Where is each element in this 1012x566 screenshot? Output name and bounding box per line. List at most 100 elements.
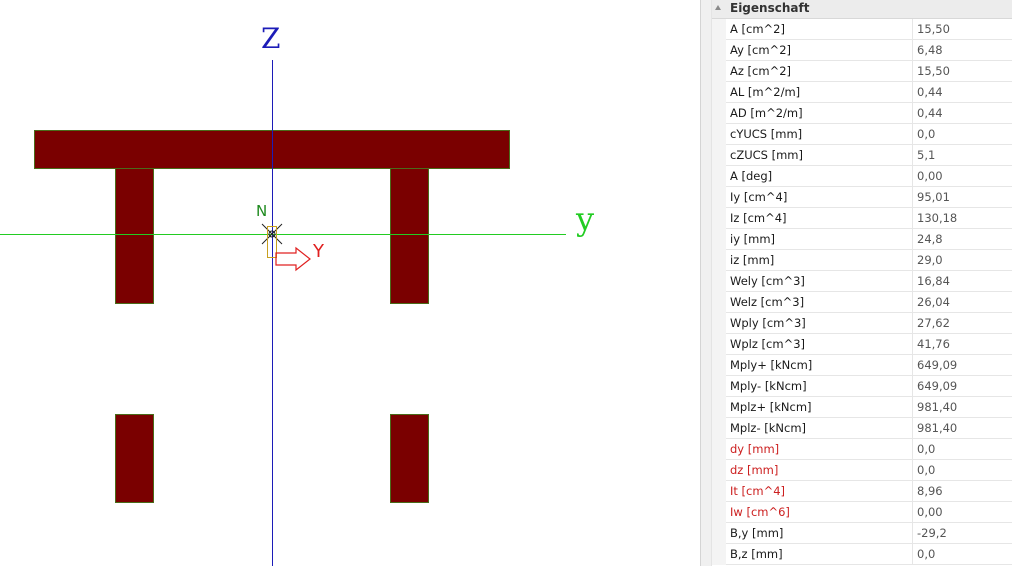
property-row[interactable]: Wply [cm^3] 27,62: [712, 313, 1012, 334]
property-row[interactable]: dz [mm] 0,0: [712, 460, 1012, 481]
column-divider: [912, 355, 913, 376]
property-row[interactable]: iy [mm] 24,8: [712, 229, 1012, 250]
property-value[interactable]: 0,44: [917, 85, 943, 99]
column-divider: [912, 40, 913, 61]
row-gutter: [712, 418, 726, 439]
property-row[interactable]: AD [m^2/m] 0,44: [712, 103, 1012, 124]
property-value[interactable]: 0,0: [917, 127, 935, 141]
property-row[interactable]: Iw [cm^6] 0,00: [712, 502, 1012, 523]
left-lower-plate: [115, 414, 154, 503]
collapse-arrow-icon[interactable]: [715, 5, 721, 10]
row-gutter: [712, 397, 726, 418]
property-row[interactable]: Wely [cm^3] 16,84: [712, 271, 1012, 292]
row-gutter: [712, 82, 726, 103]
property-row[interactable]: Mplz+ [kNcm] 981,40: [712, 397, 1012, 418]
column-divider: [912, 439, 913, 460]
column-divider: [912, 208, 913, 229]
row-gutter: [712, 439, 726, 460]
property-name: Mplz+ [kNcm]: [730, 400, 812, 414]
property-value[interactable]: 0,00: [917, 505, 943, 519]
property-row[interactable]: Wplz [cm^3] 41,76: [712, 334, 1012, 355]
property-name: cYUCS [mm]: [730, 127, 803, 141]
section-drawing-canvas[interactable]: Z y Y N: [0, 0, 700, 566]
property-name: Wely [cm^3]: [730, 274, 805, 288]
property-row[interactable]: Mplz- [kNcm] 981,40: [712, 418, 1012, 439]
property-name: Mplz- [kNcm]: [730, 421, 807, 435]
row-gutter: [712, 544, 726, 565]
property-name: Welz [cm^3]: [730, 295, 805, 309]
column-divider: [912, 460, 913, 481]
property-name: Iz [cm^4]: [730, 211, 787, 225]
property-value[interactable]: 0,44: [917, 106, 943, 120]
property-value[interactable]: 27,62: [917, 316, 950, 330]
property-row[interactable]: Ay [cm^2] 6,48: [712, 40, 1012, 61]
property-row[interactable]: It [cm^4] 8,96: [712, 481, 1012, 502]
row-gutter: [712, 313, 726, 334]
column-divider: [912, 292, 913, 313]
property-value[interactable]: 649,09: [917, 358, 957, 372]
property-value[interactable]: 26,04: [917, 295, 950, 309]
properties-header[interactable]: Eigenschaft: [712, 0, 1012, 19]
section-drawing: Z y Y N: [0, 22, 594, 566]
row-gutter: [712, 502, 726, 523]
property-name: dz [mm]: [730, 463, 779, 477]
row-gutter: [712, 376, 726, 397]
property-row[interactable]: AL [m^2/m] 0,44: [712, 82, 1012, 103]
property-row[interactable]: Mply+ [kNcm] 649,09: [712, 355, 1012, 376]
property-row[interactable]: Iy [cm^4] 95,01: [712, 187, 1012, 208]
column-divider: [912, 103, 913, 124]
right-lower-plate: [390, 414, 429, 503]
property-value[interactable]: -29,2: [917, 526, 947, 540]
property-value[interactable]: 130,18: [917, 211, 957, 225]
property-row[interactable]: A [cm^2] 15,50: [712, 19, 1012, 40]
local-axis-symbol: Y N: [256, 202, 325, 272]
property-value[interactable]: 649,09: [917, 379, 957, 393]
property-value[interactable]: 0,0: [917, 442, 935, 456]
property-row[interactable]: cYUCS [mm] 0,0: [712, 124, 1012, 145]
property-value[interactable]: 5,1: [917, 148, 935, 162]
property-value[interactable]: 24,8: [917, 232, 943, 246]
row-gutter: [712, 61, 726, 82]
property-name: AD [m^2/m]: [730, 106, 803, 120]
z-axis-label: Z: [261, 22, 280, 55]
column-divider: [912, 523, 913, 544]
column-divider: [912, 313, 913, 334]
property-row[interactable]: iz [mm] 29,0: [712, 250, 1012, 271]
property-value[interactable]: 0,00: [917, 169, 943, 183]
property-row[interactable]: Iz [cm^4] 130,18: [712, 208, 1012, 229]
properties-grid: Eigenschaft A [cm^2] 15,50 Ay [cm^2] 6,48 Az…: [712, 0, 1012, 566]
property-value[interactable]: 0,0: [917, 463, 935, 477]
column-divider: [912, 544, 913, 565]
column-divider: [912, 229, 913, 250]
property-value[interactable]: 95,01: [917, 190, 950, 204]
property-value[interactable]: 981,40: [917, 400, 957, 414]
right-web-plate: [390, 168, 429, 304]
property-value[interactable]: 16,84: [917, 274, 950, 288]
row-gutter: [712, 187, 726, 208]
properties-header-label: Eigenschaft: [730, 1, 810, 15]
property-row[interactable]: Welz [cm^3] 26,04: [712, 292, 1012, 313]
property-row[interactable]: Mply- [kNcm] 649,09: [712, 376, 1012, 397]
property-value[interactable]: 0,0: [917, 547, 935, 561]
property-row[interactable]: B,z [mm] 0,0: [712, 544, 1012, 565]
row-gutter: [712, 166, 726, 187]
local-z-label: N: [256, 202, 267, 220]
property-value[interactable]: 981,40: [917, 421, 957, 435]
row-gutter: [712, 271, 726, 292]
property-row[interactable]: Az [cm^2] 15,50: [712, 61, 1012, 82]
column-divider: [912, 397, 913, 418]
property-value[interactable]: 8,96: [917, 484, 943, 498]
property-name: Mply+ [kNcm]: [730, 358, 813, 372]
property-value[interactable]: 29,0: [917, 253, 943, 267]
property-value[interactable]: 41,76: [917, 337, 950, 351]
property-value[interactable]: 15,50: [917, 22, 950, 36]
panel-splitter[interactable]: [700, 0, 712, 566]
property-row[interactable]: B,y [mm] -29,2: [712, 523, 1012, 544]
y-axis-label: y: [575, 200, 594, 238]
property-value[interactable]: 6,48: [917, 43, 943, 57]
local-y-label: Y: [312, 241, 325, 262]
property-row[interactable]: cZUCS [mm] 5,1: [712, 145, 1012, 166]
property-row[interactable]: dy [mm] 0,0: [712, 439, 1012, 460]
property-value[interactable]: 15,50: [917, 64, 950, 78]
property-row[interactable]: A [deg] 0,00: [712, 166, 1012, 187]
